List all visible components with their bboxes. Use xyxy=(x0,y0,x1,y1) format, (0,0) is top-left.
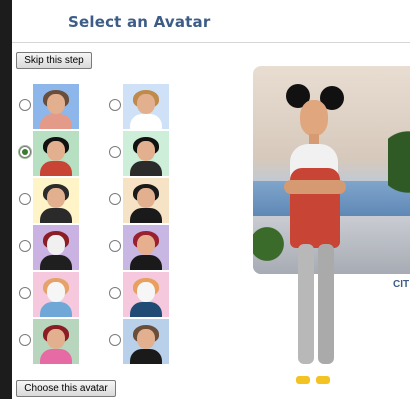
avatar-thumbnail-10[interactable] xyxy=(123,272,169,317)
avatar-body xyxy=(40,255,72,270)
avatar-body xyxy=(40,161,72,176)
avatar-radio-9[interactable] xyxy=(19,287,31,299)
title-bar: Select an Avatar xyxy=(12,0,410,43)
avatar-radio-8[interactable] xyxy=(109,240,121,252)
avatar-radio-3[interactable] xyxy=(19,146,31,158)
avatar-thumbnail-4[interactable] xyxy=(123,131,169,176)
avatar-head xyxy=(47,141,65,161)
avatar-body xyxy=(130,161,162,176)
avatar-leg-right xyxy=(318,244,334,364)
preview-caption: CIT xyxy=(393,279,410,290)
avatar-thumbnail-11[interactable] xyxy=(33,319,79,364)
avatar-radio-11[interactable] xyxy=(19,334,31,346)
avatar-head xyxy=(47,94,65,114)
avatar-body xyxy=(40,208,72,223)
avatar-body xyxy=(130,208,162,223)
avatar-head xyxy=(137,141,155,161)
avatar-thumbnail-12[interactable] xyxy=(123,319,169,364)
skip-step-button[interactable]: Skip this step xyxy=(16,52,92,69)
avatar-radio-10[interactable] xyxy=(109,287,121,299)
avatar-body xyxy=(40,302,72,317)
avatar-face xyxy=(300,100,328,136)
avatar-thumbnail-8[interactable] xyxy=(123,225,169,270)
avatar-thumbnail-9[interactable] xyxy=(33,272,79,317)
avatar-head xyxy=(47,329,65,349)
avatar-radio-5[interactable] xyxy=(19,193,31,205)
avatar-thumbnail-3[interactable] xyxy=(33,131,79,176)
avatar-thumbnail-6[interactable] xyxy=(123,178,169,223)
avatar-body xyxy=(130,302,162,317)
avatar-head xyxy=(137,188,155,208)
selected-avatar-figure xyxy=(280,84,360,399)
avatar-radio-6[interactable] xyxy=(109,193,121,205)
avatar-radio-7[interactable] xyxy=(19,240,31,252)
avatar-radio-12[interactable] xyxy=(109,334,121,346)
avatar-leg-left xyxy=(298,244,314,364)
avatar-body xyxy=(130,349,162,364)
avatar-body xyxy=(40,349,72,364)
avatar-head xyxy=(47,235,65,255)
avatar-arms xyxy=(284,180,346,194)
avatar-thumbnail-5[interactable] xyxy=(33,178,79,223)
avatar-radio-1[interactable] xyxy=(19,99,31,111)
avatar-radio-2[interactable] xyxy=(109,99,121,111)
left-frame-border xyxy=(0,0,12,399)
avatar-head xyxy=(47,282,65,302)
palm-tree-icon xyxy=(388,126,410,246)
avatar-thumbnail-7[interactable] xyxy=(33,225,79,270)
avatar-body xyxy=(40,114,72,129)
avatar-thumbnail-1[interactable] xyxy=(33,84,79,129)
avatar-head xyxy=(137,94,155,114)
avatar-thumbnail-2[interactable] xyxy=(123,84,169,129)
avatar-body xyxy=(130,114,162,129)
avatar-head xyxy=(137,329,155,349)
avatar-radio-4[interactable] xyxy=(109,146,121,158)
avatar-head xyxy=(137,235,155,255)
avatar-shoe-right xyxy=(316,376,330,384)
avatar-shoe-left xyxy=(296,376,310,384)
page-title: Select an Avatar xyxy=(68,13,211,31)
avatar-head xyxy=(47,188,65,208)
avatar-body xyxy=(130,255,162,270)
avatar-head xyxy=(137,282,155,302)
choose-avatar-button[interactable]: Choose this avatar xyxy=(16,380,116,397)
